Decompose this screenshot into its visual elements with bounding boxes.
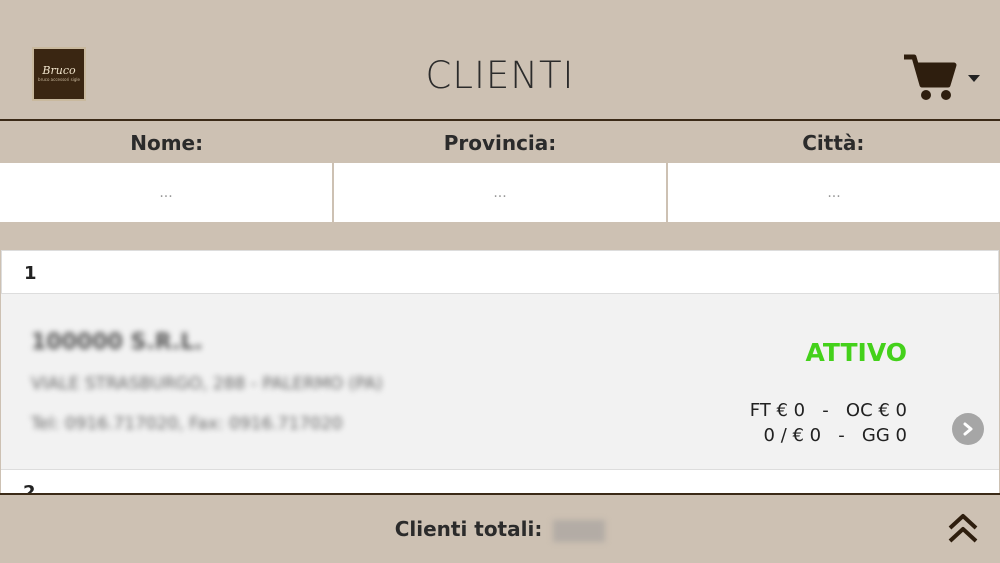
chevron-down-icon [968, 75, 980, 82]
chevron-right-icon [963, 422, 973, 436]
finance-line-2: 0 / € 0 - GG 0 [763, 425, 907, 446]
filter-label-nome: Nome: [130, 131, 204, 155]
client-name: 100000 S.R.L. [31, 330, 203, 355]
filter-label-citta: Città: [802, 131, 865, 155]
group-header: 1 [1, 250, 999, 294]
filter-labels: Nome: Provincia: Città: [0, 121, 1000, 163]
page-title: CLIENTI [425, 54, 575, 97]
client-total: Clienti totali: 4874 [0, 517, 1000, 542]
status-badge: ATTIVO [805, 338, 907, 367]
client-card[interactable]: 100000 S.R.L. VIALE STRASBURGO, 288 - PA… [1, 294, 999, 470]
cart-dropdown-button[interactable] [902, 53, 982, 101]
citta-filter-input[interactable] [668, 163, 1000, 222]
total-value: 4874 [553, 519, 606, 542]
client-address: VIALE STRASBURGO, 288 - PALERMO (PA) [31, 374, 383, 394]
client-phone: Tel: 0916.717020, Fax: 0916.717020 [31, 414, 343, 434]
finance-line-1: FT € 0 - OC € 0 [749, 400, 907, 421]
scroll-top-button[interactable] [946, 512, 980, 546]
filter-inputs [0, 163, 1000, 222]
total-label: Clienti totali: [394, 517, 543, 541]
provincia-filter-input[interactable] [334, 163, 666, 222]
client-list[interactable]: 1 100000 S.R.L. VIALE STRASBURGO, 288 - … [1, 250, 999, 493]
open-client-button[interactable] [952, 413, 984, 445]
footer-bar: Clienti totali: 4874 [0, 493, 1000, 563]
client-finance: FT € 0 - OC € 0 0 / € 0 - GG 0 [750, 398, 907, 448]
nome-filter-input[interactable] [0, 163, 332, 222]
double-chevron-up-icon [948, 514, 978, 543]
group-header: 2 [1, 470, 999, 493]
filter-label-provincia: Provincia: [443, 131, 557, 155]
app-header: Bruco bruco accessori sigle CLIENTI [0, 0, 1000, 121]
